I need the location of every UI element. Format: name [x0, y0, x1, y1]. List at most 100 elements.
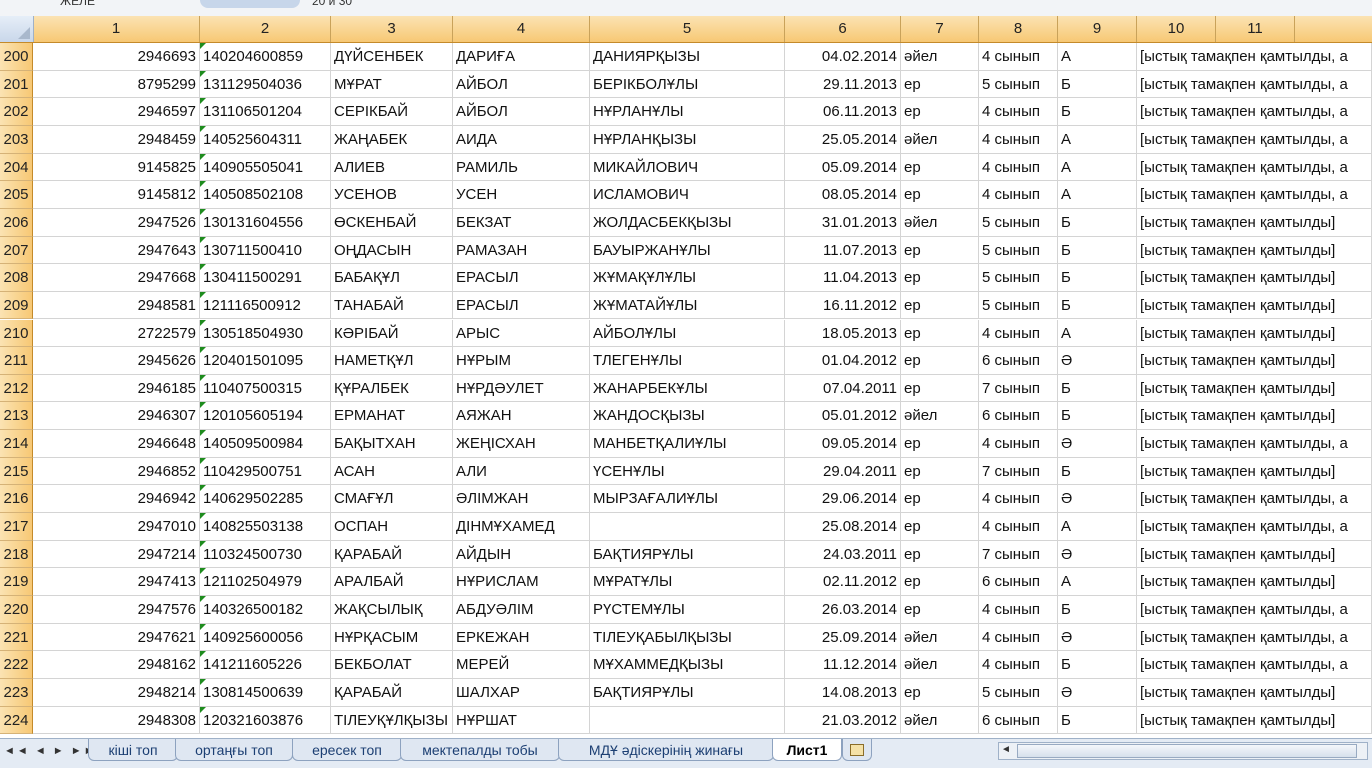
table-cell[interactable]: [ыстық тамақпен қамтылды] [1137, 264, 1372, 292]
table-cell[interactable]: [ыстық тамақпен қамтылды] [1137, 707, 1372, 735]
table-cell[interactable]: 2946852 [33, 457, 200, 486]
column-header[interactable]: 3 [331, 16, 453, 42]
table-cell[interactable]: ер [901, 457, 979, 486]
table-cell[interactable]: [ыстық тамақпен қамтылды] [1137, 402, 1372, 431]
table-cell[interactable]: Б [1058, 70, 1137, 99]
table-cell[interactable]: [ыстық тамақпен қамтылды] [1137, 679, 1372, 707]
table-cell[interactable]: 6 сынып [979, 347, 1058, 375]
table-cell[interactable]: 121116500912 [200, 291, 331, 320]
row-header[interactable]: 205 [0, 181, 33, 209]
table-cell[interactable]: НҰРШАТ [453, 706, 590, 735]
table-cell[interactable]: [ыстық тамақпен қамтылды] [1137, 237, 1372, 265]
sheet-nav-buttons[interactable]: ◄◄ ◄ ► ►► [4, 745, 97, 757]
table-cell[interactable]: АСАН [331, 457, 453, 486]
table-cell[interactable]: ер [901, 319, 979, 348]
column-header[interactable]: 10 [1137, 16, 1216, 42]
table-cell[interactable]: ер [901, 70, 979, 99]
table-cell[interactable]: 16.11.2012 [785, 291, 901, 320]
table-cell[interactable]: 130131604556 [200, 208, 331, 237]
table-cell[interactable]: 130711500410 [200, 236, 331, 265]
table-cell[interactable]: ер [901, 430, 979, 458]
table-cell[interactable]: [ыстық тамақпен қамтылды, а [1137, 98, 1372, 126]
table-cell[interactable]: ДАРИҒА [453, 43, 590, 71]
scroll-left-icon[interactable]: ◄ [1001, 744, 1011, 755]
table-cell[interactable]: [ыстық тамақпен қамтылды, а [1137, 513, 1372, 541]
table-cell[interactable]: ер [901, 374, 979, 403]
table-cell[interactable]: 06.11.2013 [785, 98, 901, 126]
table-cell[interactable]: ЖАНАРБЕКҰЛЫ [590, 374, 785, 403]
table-cell[interactable]: А [1058, 513, 1137, 541]
table-cell[interactable]: Б [1058, 596, 1137, 624]
table-cell[interactable]: ЕРМАНАТ [331, 402, 453, 431]
table-cell[interactable]: ер [901, 540, 979, 569]
table-cell[interactable]: ер [901, 568, 979, 596]
table-cell[interactable]: 9145825 [33, 153, 200, 182]
column-header[interactable]: 8 [979, 16, 1058, 42]
table-cell[interactable]: АЙБОЛ [453, 98, 590, 126]
name-box[interactable]: ЖЕЛЕ [60, 0, 95, 8]
table-cell[interactable]: 4 сынып [979, 596, 1058, 624]
row-header[interactable]: 200 [0, 43, 33, 71]
row-header[interactable]: 223 [0, 678, 33, 707]
table-cell[interactable]: ер [901, 347, 979, 375]
table-cell[interactable]: 08.05.2014 [785, 181, 901, 209]
table-cell[interactable]: СЕРІКБАЙ [331, 98, 453, 126]
table-cell[interactable]: 5 сынып [979, 678, 1058, 707]
table-cell[interactable]: НАМЕТҚҰЛ [331, 347, 453, 375]
table-cell[interactable]: ЖАНДОСҚЫЗЫ [590, 402, 785, 431]
table-cell[interactable]: Б [1058, 291, 1137, 320]
row-header[interactable]: 212 [0, 374, 33, 403]
sheet-tab[interactable]: ортаңғы топ [175, 739, 293, 761]
table-cell[interactable]: 5 сынып [979, 264, 1058, 292]
table-cell[interactable]: 02.11.2012 [785, 568, 901, 596]
table-cell[interactable]: МЕРЕЙ [453, 651, 590, 679]
column-header[interactable]: 11 [1216, 16, 1295, 42]
table-cell[interactable]: БЕКЗАТ [453, 208, 590, 237]
table-cell[interactable]: Б [1058, 264, 1137, 292]
table-cell[interactable]: СМАҒҰЛ [331, 485, 453, 514]
column-header[interactable] [1295, 16, 1372, 42]
row-header[interactable]: 203 [0, 125, 33, 154]
table-cell[interactable]: ЖАҢАБЕК [331, 125, 453, 154]
table-cell[interactable]: 01.04.2012 [785, 347, 901, 375]
table-cell[interactable]: 4 сынып [979, 125, 1058, 154]
table-cell[interactable]: 4 сынып [979, 651, 1058, 679]
table-cell[interactable]: Ә [1058, 430, 1137, 458]
table-cell[interactable]: ЕРАСЫЛ [453, 264, 590, 292]
table-cell[interactable]: [ыстық тамақпен қамтылды] [1137, 209, 1372, 237]
table-cell[interactable]: БЕКБОЛАТ [331, 651, 453, 679]
table-cell[interactable]: 120401501095 [200, 347, 331, 375]
row-header[interactable]: 209 [0, 291, 33, 320]
row-header[interactable]: 220 [0, 596, 33, 624]
table-cell[interactable]: А [1058, 43, 1137, 71]
table-cell[interactable]: 9145812 [33, 181, 200, 209]
row-header[interactable]: 210 [0, 319, 33, 348]
table-cell[interactable]: 120105605194 [200, 402, 331, 431]
table-cell[interactable]: РАМИЛЬ [453, 153, 590, 182]
table-cell[interactable]: 2946185 [33, 374, 200, 403]
table-cell[interactable]: ИСЛАМОВИЧ [590, 181, 785, 209]
table-cell[interactable]: МҰРАТ [331, 70, 453, 99]
table-cell[interactable]: әйел [901, 43, 979, 71]
table-cell[interactable]: 140925600056 [200, 623, 331, 652]
table-cell[interactable]: НҰРИСЛАМ [453, 568, 590, 596]
table-cell[interactable]: БАҚЫТХАН [331, 430, 453, 458]
table-cell[interactable]: 2947413 [33, 568, 200, 596]
table-cell[interactable]: 120321603876 [200, 706, 331, 735]
row-header[interactable]: 216 [0, 485, 33, 514]
table-cell[interactable]: МҰХАММЕДҚЫЗЫ [590, 651, 785, 679]
table-cell[interactable]: әйел [901, 208, 979, 237]
table-cell[interactable]: 140525604311 [200, 125, 331, 154]
table-cell[interactable]: әйел [901, 125, 979, 154]
table-cell[interactable] [590, 513, 785, 541]
table-cell[interactable]: БАҚТИЯРҰЛЫ [590, 678, 785, 707]
table-cell[interactable]: ТІЛЕУҚАБЫЛҚЫЗЫ [590, 623, 785, 652]
table-cell[interactable]: ДҮЙСЕНБЕК [331, 43, 453, 71]
table-cell[interactable]: 11.12.2014 [785, 651, 901, 679]
table-cell[interactable]: ер [901, 596, 979, 624]
table-cell[interactable]: 140825503138 [200, 513, 331, 541]
table-cell[interactable]: 141211605226 [200, 651, 331, 679]
table-cell[interactable]: [ыстық тамақпен қамтылды] [1137, 347, 1372, 375]
row-header[interactable]: 201 [0, 70, 33, 99]
table-cell[interactable]: 2948162 [33, 651, 200, 679]
